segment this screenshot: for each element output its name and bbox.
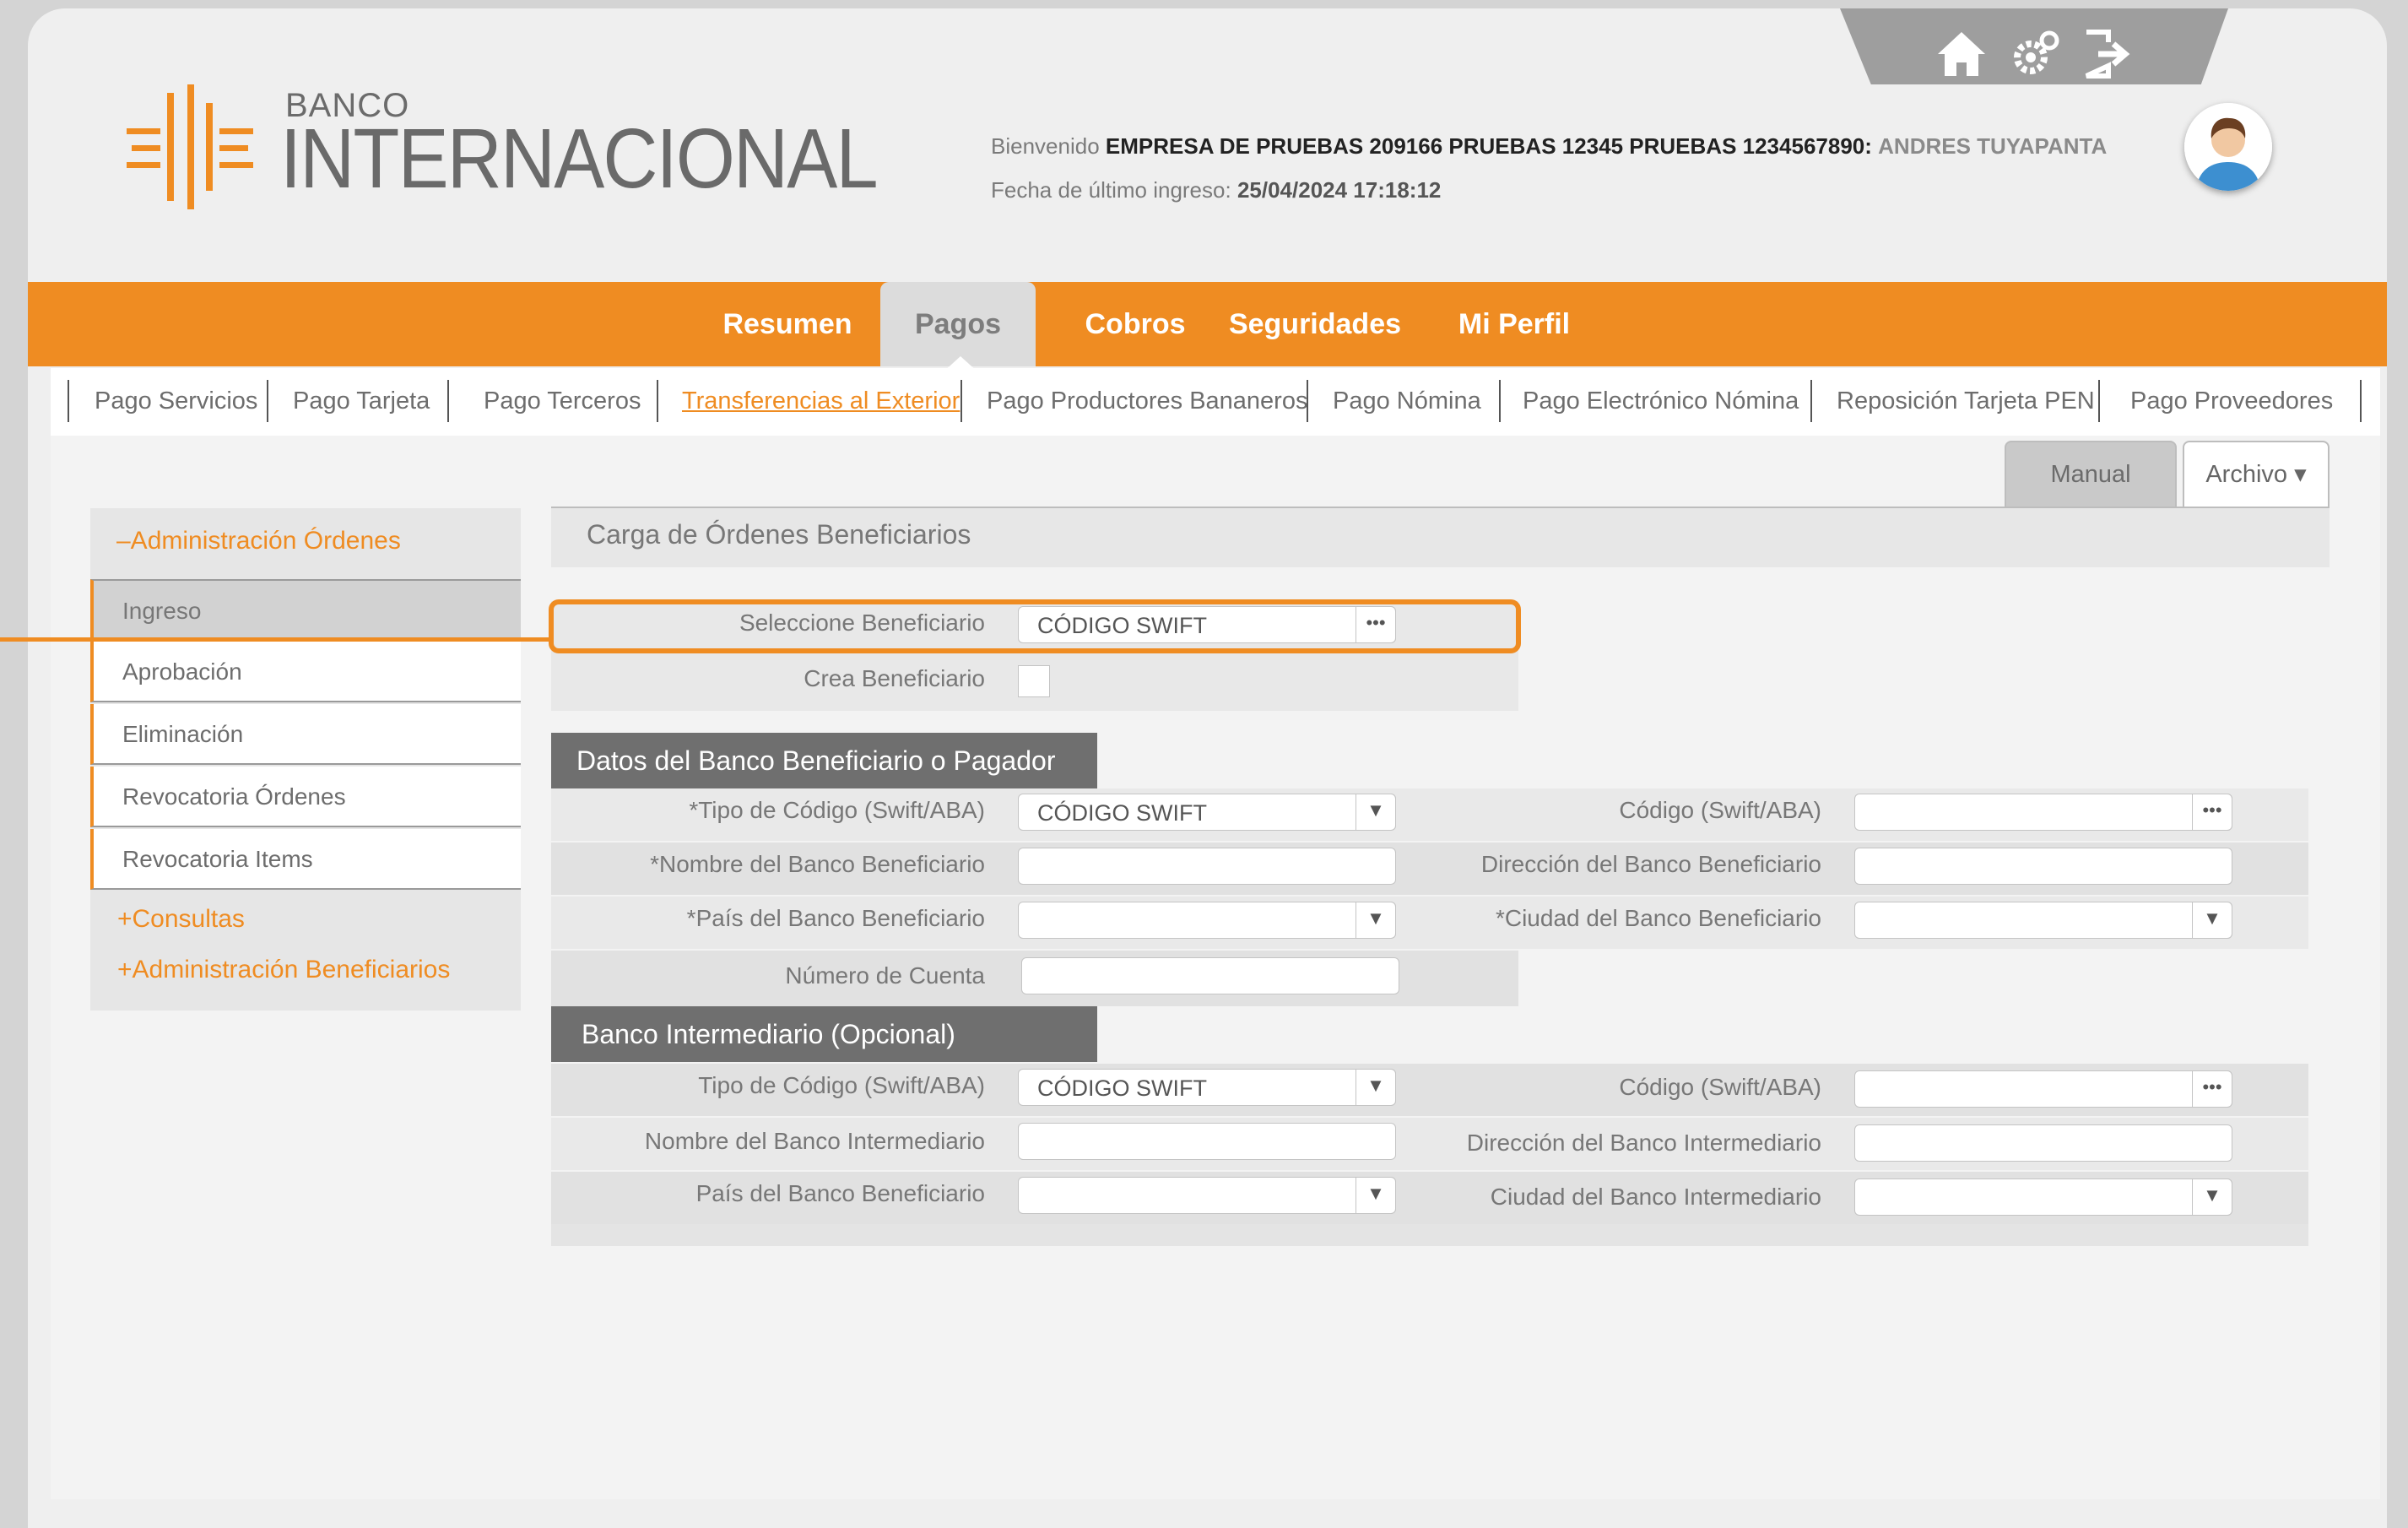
separator — [960, 380, 962, 422]
nav-mi-perfil[interactable]: Mi Perfil — [1442, 282, 1586, 366]
separator — [2098, 380, 2100, 422]
subnav-pago-servicios[interactable]: Pago Servicios — [95, 380, 257, 422]
archivo-dropdown[interactable]: Archivo ▾ — [2183, 441, 2330, 508]
bank-name-field[interactable] — [1018, 848, 1396, 885]
sidebar-admin-ordenes[interactable]: –Administración Órdenes — [116, 527, 401, 555]
nav-seguridades[interactable]: Seguridades — [1218, 282, 1412, 366]
subnav-reposicion-tarjeta[interactable]: Reposición Tarjeta PEN — [1837, 380, 2095, 422]
more-options-icon[interactable]: ••• — [2192, 1070, 2232, 1108]
subnav-pago-nomina[interactable]: Pago Nómina — [1333, 380, 1481, 422]
dropdown-arrow-icon[interactable]: ▼ — [1356, 794, 1396, 831]
user-avatar-icon — [2184, 103, 2272, 191]
separator — [2360, 380, 2362, 422]
form-title: Carga de Órdenes Beneficiarios — [587, 519, 971, 550]
last-login: Fecha de último ingreso: 25/04/2024 17:1… — [991, 177, 1441, 203]
sidebar-item-eliminacion[interactable]: Eliminación — [90, 704, 521, 765]
logo-text-large: INTERNACIONAL — [280, 111, 879, 206]
inter-bank-name-field[interactable] — [1018, 1123, 1396, 1160]
highlight-box — [549, 599, 1521, 653]
form-footer-row — [551, 1224, 2308, 1246]
manual-tab[interactable]: Manual — [2005, 441, 2177, 508]
inter-bank-address-field[interactable] — [1854, 1124, 2232, 1162]
subnav-pago-electronico-nomina[interactable]: Pago Electrónico Nómina — [1523, 380, 1799, 422]
user-name: ANDRES TUYAPANTA — [1878, 133, 2108, 159]
inter-code-field[interactable]: ••• — [1854, 1070, 2232, 1108]
intermediary-section-title: Banco Intermediario (Opcional) — [551, 1006, 1097, 1062]
subnav-pago-terceros[interactable]: Pago Terceros — [484, 380, 641, 422]
bank-city-label: *Ciudad del Banco Beneficiario — [1495, 905, 1821, 931]
more-options-icon[interactable]: ••• — [2192, 794, 2232, 831]
dropdown-arrow-icon[interactable]: ▼ — [2192, 902, 2232, 939]
subnav-pago-tarjeta[interactable]: Pago Tarjeta — [293, 380, 430, 422]
inter-country-select[interactable]: ▼ — [1018, 1177, 1396, 1214]
inter-code-type-label: Tipo de Código (Swift/ABA) — [698, 1072, 985, 1098]
account-number-label: Número de Cuenta — [785, 962, 985, 989]
separator — [657, 380, 658, 422]
bank-code-type-select[interactable]: CÓDIGO SWIFT ▼ — [1018, 794, 1396, 831]
separator — [267, 380, 268, 422]
create-beneficiary-checkbox[interactable] — [1018, 665, 1050, 697]
inter-bank-name-label: Nombre del Banco Intermediario — [644, 1128, 985, 1154]
subnav-pago-productores[interactable]: Pago Productores Bananeros — [987, 380, 1307, 422]
nav-cobros[interactable]: Cobros — [1068, 282, 1203, 366]
nav-resumen[interactable]: Resumen — [703, 282, 872, 366]
account-number-field[interactable] — [1021, 957, 1399, 994]
sidebar-item-ingreso[interactable]: Ingreso — [90, 579, 521, 640]
sidebar-item-revocatoria-items[interactable]: Revocatoria Items — [90, 829, 521, 890]
main-nav: Resumen Pagos Cobros Seguridades Mi Perf… — [28, 282, 2387, 366]
dropdown-arrow-icon[interactable]: ▼ — [1356, 1069, 1396, 1106]
separator — [1499, 380, 1501, 422]
highlight-pointer-line — [0, 637, 550, 642]
avatar[interactable] — [2184, 103, 2272, 191]
last-login-label: Fecha de último ingreso: — [991, 177, 1231, 203]
inter-code-type-select[interactable]: CÓDIGO SWIFT ▼ — [1018, 1069, 1396, 1106]
top-toolbar — [1840, 8, 2228, 84]
bank-logo-icon — [127, 84, 253, 209]
home-icon[interactable] — [1935, 27, 1989, 81]
subnav-pago-proveedores[interactable]: Pago Proveedores — [2130, 380, 2333, 422]
subnav-transferencias-exterior[interactable]: Transferencias al Exterior — [682, 380, 960, 422]
inter-bank-address-label: Dirección del Banco Intermediario — [1466, 1130, 1821, 1156]
separator — [1810, 380, 1812, 422]
inter-code-type-value: CÓDIGO SWIFT — [1037, 1076, 1207, 1101]
settings-icon[interactable] — [2009, 27, 2063, 81]
welcome-text: Bienvenido EMPRESA DE PRUEBAS 209166 PRU… — [991, 133, 2107, 160]
last-login-value: 25/04/2024 17:18:12 — [1236, 177, 1442, 203]
bank-address-field[interactable] — [1854, 848, 2232, 885]
separator — [68, 380, 69, 422]
bank-country-label: *País del Banco Beneficiario — [686, 905, 985, 931]
sub-nav: Pago Servicios Pago Tarjeta Pago Tercero… — [51, 368, 2380, 436]
inter-code-label: Código (Swift/ABA) — [1619, 1074, 1821, 1100]
bank-address-label: Dirección del Banco Beneficiario — [1480, 851, 1821, 877]
inter-country-label: País del Banco Beneficiario — [695, 1180, 985, 1206]
dropdown-arrow-icon[interactable]: ▼ — [1356, 1177, 1396, 1214]
welcome-prefix: Bienvenido — [991, 133, 1100, 159]
sidebar-consultas[interactable]: +Consultas — [117, 905, 245, 934]
bank-code-type-value: CÓDIGO SWIFT — [1037, 800, 1207, 826]
logout-icon[interactable] — [2080, 27, 2134, 81]
sidebar-item-revocatoria-ordenes[interactable]: Revocatoria Órdenes — [90, 767, 521, 827]
bank-country-select[interactable]: ▼ — [1018, 902, 1396, 939]
sidebar-admin-beneficiarios[interactable]: +Administración Beneficiarios — [117, 956, 450, 984]
nav-pagos[interactable]: Pagos — [880, 282, 1036, 366]
company-name: EMPRESA DE PRUEBAS 209166 PRUEBAS 12345 … — [1105, 133, 1872, 159]
bank-name-label: *Nombre del Banco Beneficiario — [650, 851, 985, 877]
bank-code-label: Código (Swift/ABA) — [1619, 797, 1821, 823]
bank-code-field[interactable]: ••• — [1854, 794, 2232, 831]
dropdown-arrow-icon[interactable]: ▼ — [1356, 902, 1396, 939]
bank-city-select[interactable]: ▼ — [1854, 902, 2232, 939]
separator — [447, 380, 449, 422]
create-beneficiary-label: Crea Beneficiario — [804, 665, 985, 691]
sidebar-item-aprobacion[interactable]: Aprobación — [90, 642, 521, 702]
bank-code-type-label: *Tipo de Código (Swift/ABA) — [689, 797, 985, 823]
dropdown-arrow-icon[interactable]: ▼ — [2192, 1179, 2232, 1216]
separator — [1307, 380, 1308, 422]
bank-section-title: Datos del Banco Beneficiario o Pagador — [551, 733, 1097, 788]
inter-city-select[interactable]: ▼ — [1854, 1179, 2232, 1216]
inter-city-label: Ciudad del Banco Intermediario — [1490, 1184, 1821, 1210]
